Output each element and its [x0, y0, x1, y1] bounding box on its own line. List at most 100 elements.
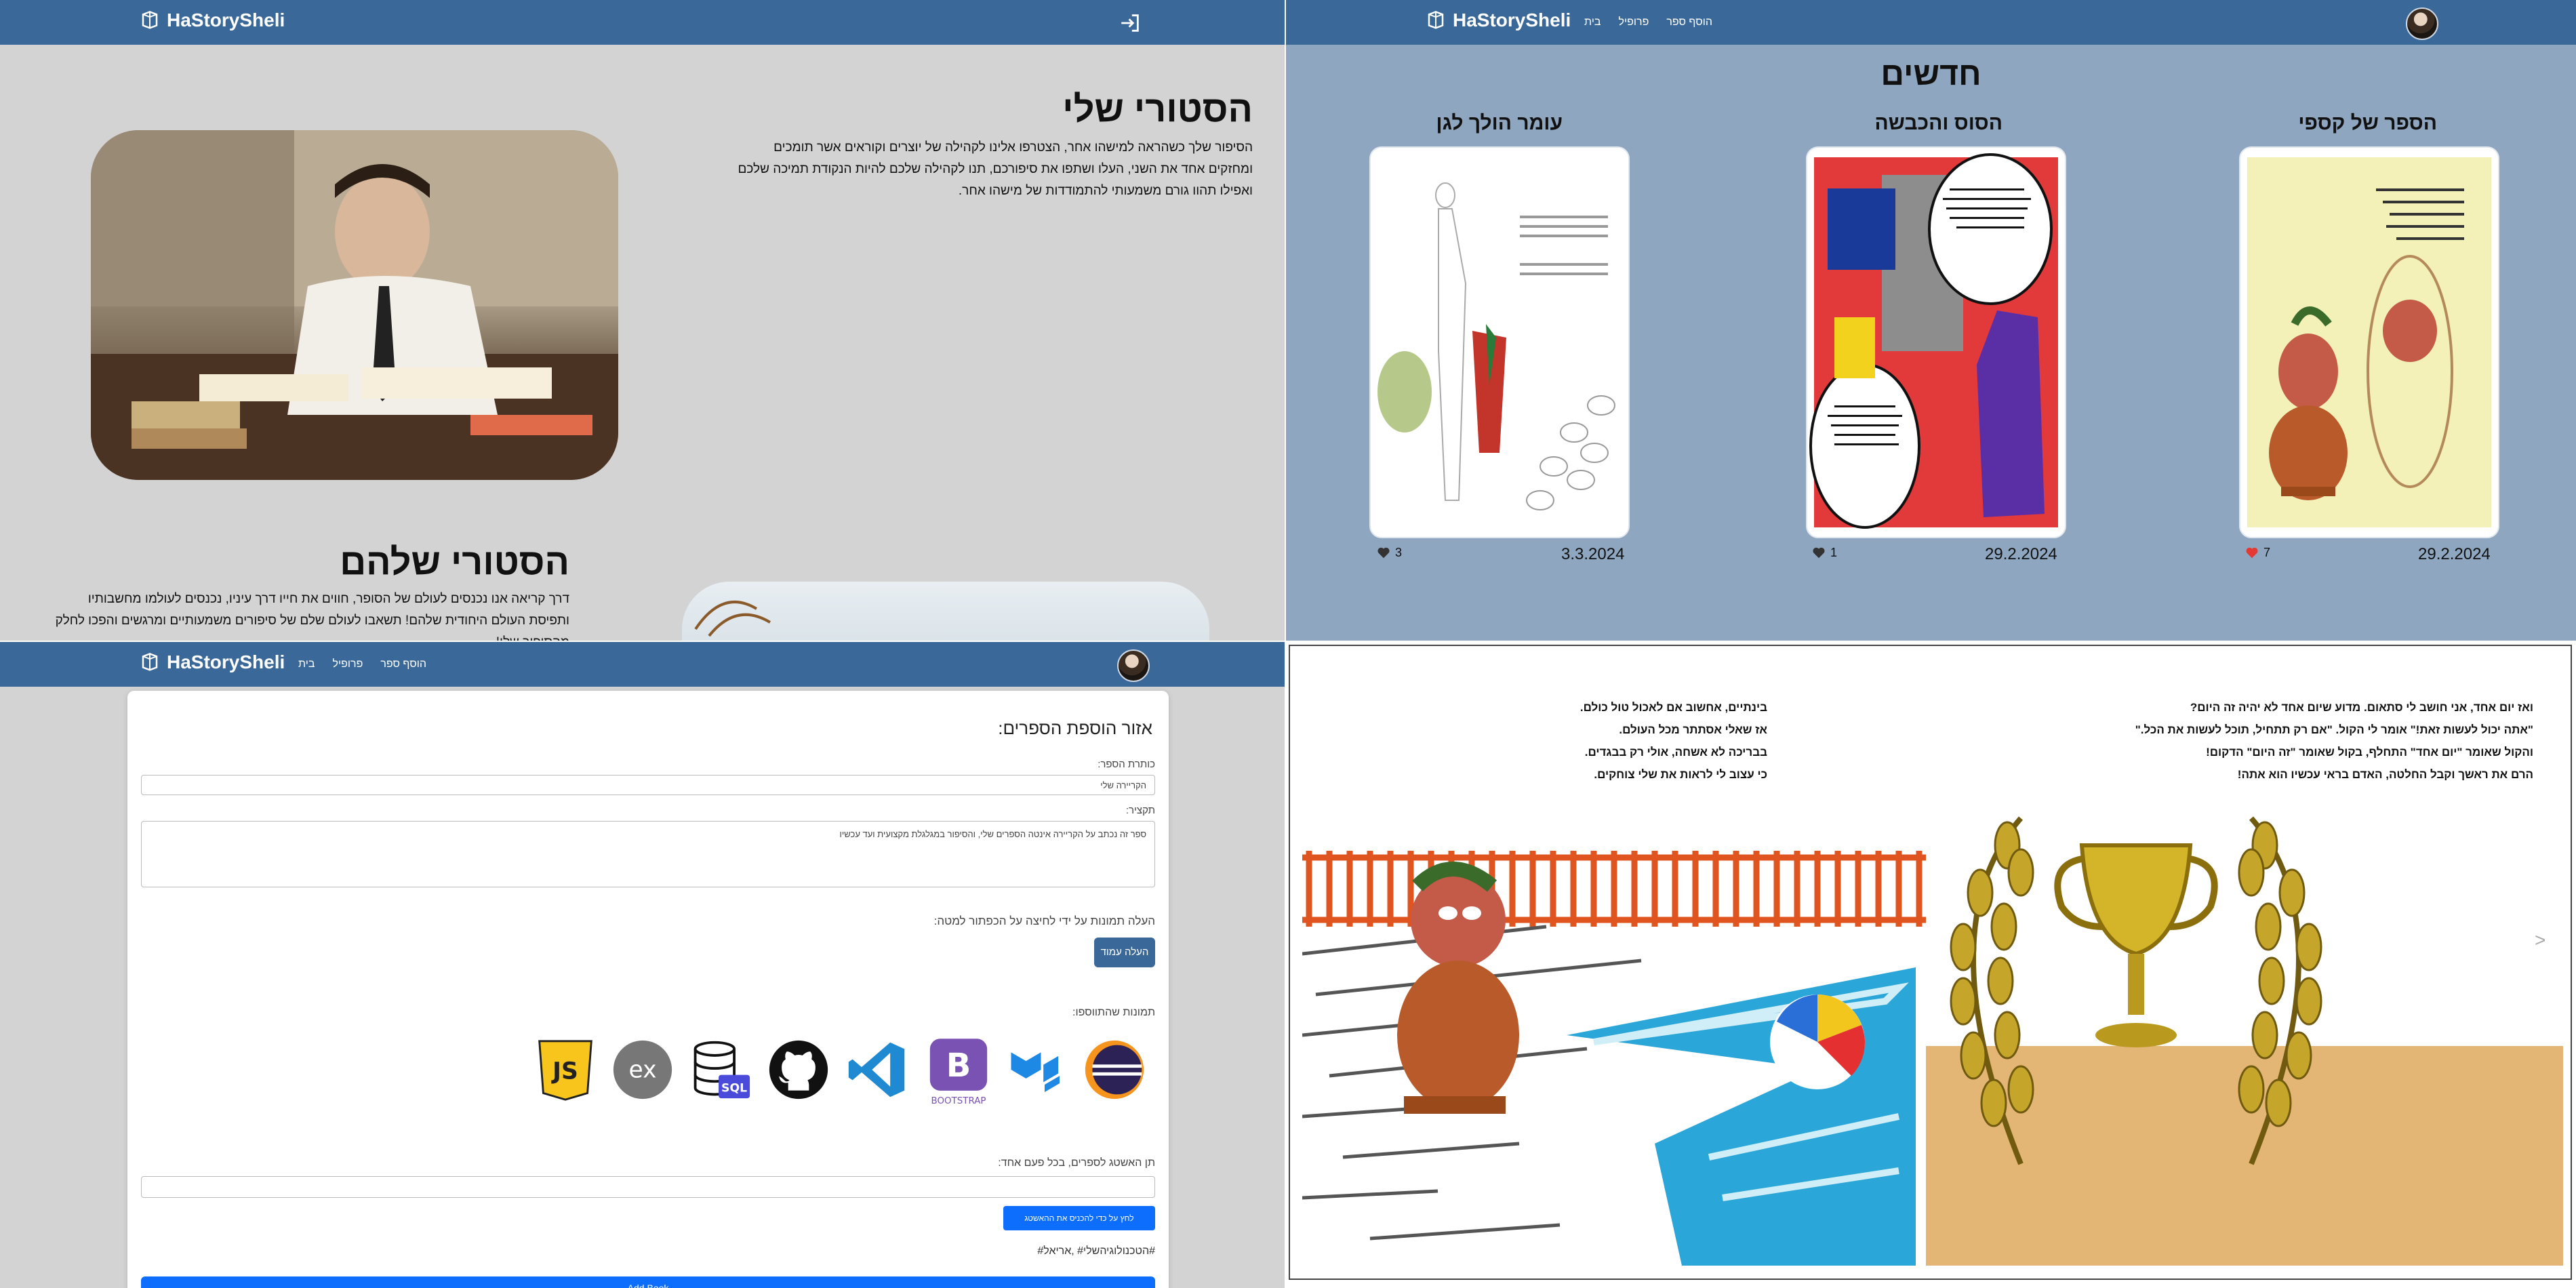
- like-count: 3: [1395, 545, 1403, 559]
- tags-list: #הטכנולוגיהשלי# ,אריאל#: [1037, 1245, 1155, 1257]
- nav-home[interactable]: בית: [1584, 16, 1601, 28]
- news-page: HaStorySheli בית פרופיל הוסף ספר חדשים ה…: [1286, 0, 2576, 641]
- nav-add-book[interactable]: הוסף ספר: [1666, 16, 1712, 28]
- text-line: ואז יום אחד, אני חושב לי סתאום. מדוע שיו…: [2190, 701, 2533, 714]
- brand-logo[interactable]: HaStorySheli: [140, 651, 285, 673]
- card-title[interactable]: עומר הולך לגן: [1298, 112, 1563, 135]
- upload-page-button[interactable]: העלה עמוד: [1094, 938, 1155, 967]
- card-title[interactable]: הסוס והכבשה: [1738, 112, 2003, 135]
- express-icon: ex: [610, 1037, 675, 1102]
- navbar: HaStorySheli: [0, 0, 1285, 45]
- github-icon: [766, 1037, 831, 1102]
- book-logo-icon: [142, 11, 158, 29]
- heart-icon[interactable]: [1376, 545, 1391, 560]
- card-likes[interactable]: 3: [1376, 545, 1402, 560]
- book-card[interactable]: [2239, 146, 2499, 538]
- their-story-title: הסטורי שלהם: [340, 542, 569, 582]
- avatar[interactable]: [1117, 649, 1150, 682]
- their-story-text-3: מהסיפור שלו!: [27, 632, 569, 641]
- text-line: "אתה יכול לעשות זאת!" אומר לי הקול. "אם …: [2135, 723, 2533, 736]
- book-illustration: [1302, 791, 2563, 1266]
- card-date: 3.3.2024: [1561, 545, 1625, 563]
- book-logo-icon: [142, 653, 158, 671]
- my-story-section: הסטורי שלי הסיפור שלך כשהראה למישהו אחר,…: [719, 88, 1253, 202]
- vscode-icon: [845, 1037, 910, 1102]
- my-story-text-2: ומחזקים אחד את השני, העלו ושתפו את סיפור…: [738, 162, 1253, 176]
- book-logo-icon: [1428, 11, 1444, 29]
- landing-page: HaStorySheli הסטורי שלי הסיפור שלך כשהרא…: [0, 0, 1285, 641]
- text-line: אז שאלי אסתתר מכל העולם.: [1619, 723, 1767, 736]
- book-title-input[interactable]: הקריירה שלי: [141, 775, 1155, 795]
- text-line: הרם את ראשך וקבל החלטה, האדם בראי עכשיו …: [2237, 768, 2533, 781]
- images-label: תמונות שהתווספו:: [1072, 1007, 1155, 1018]
- sql-label: SQL: [721, 1082, 747, 1095]
- left-page-text: בינתיים, אחשוב אם לאכול טול כולם. אז שאל…: [1354, 696, 1767, 786]
- their-story-section: הסטורי שלהם דרך קריאה אנו נכנסים לעולם ש…: [27, 541, 569, 641]
- ex-label: ex: [628, 1057, 656, 1084]
- bootstrap-label: BOOTSTRAP: [931, 1096, 986, 1106]
- add-book-page: HaStorySheli בית פרופיל הוסף ספר אזור הו…: [0, 642, 1285, 1288]
- book-title-label: כותרת הספר:: [1098, 759, 1155, 770]
- text-line: בבריכה לא אשחה, אולי רק בבגדים.: [1584, 746, 1767, 759]
- like-count: 7: [2263, 545, 2271, 559]
- like-count: 1: [1830, 545, 1838, 559]
- brand-name: HaStorySheli: [167, 651, 285, 672]
- form-heading: אזור הוספת הספרים:: [998, 718, 1152, 738]
- character: [1397, 862, 1519, 1114]
- summary-textarea[interactable]: ספר זה נכתב על הקריירה אינטה הספרים שלי,…: [141, 821, 1155, 887]
- right-page-text: ואז יום אחד, אני חושב לי סתאום. מדוע שיו…: [1883, 696, 2533, 786]
- my-story-title: הסטורי שלי: [1062, 89, 1253, 129]
- brand-logo[interactable]: HaStorySheli: [140, 9, 285, 31]
- card-likes[interactable]: 1: [1811, 545, 1837, 560]
- navbar: HaStorySheli בית פרופיל הוסף ספר: [1286, 0, 2576, 45]
- text-line: כי עצוב לי לראות את שלי צוחקים.: [1594, 768, 1767, 781]
- brand-name: HaStorySheli: [167, 9, 285, 31]
- book-reader-page: ואז יום אחד, אני חושב לי סתאום. מדוע שיו…: [1286, 642, 2576, 1288]
- add-tag-button[interactable]: לחץ על כדי להכניס את ההאשטג: [1003, 1206, 1155, 1230]
- login-icon[interactable]: [1119, 12, 1142, 35]
- upload-label: העלה תמונות על ידי לחיצה על הכפתור למטה:: [933, 914, 1155, 927]
- mui-icon: [1005, 1037, 1070, 1102]
- my-story-text-3: ואפילו תהוו גורם משמעותי להתמודדות של מי…: [958, 184, 1253, 198]
- javascript-icon: JS: [533, 1037, 598, 1102]
- nav-profile[interactable]: פרופיל: [1618, 16, 1649, 28]
- their-story-text-2: ותפיסת העולם היחודית שלהם! תשאבו לעולם ש…: [55, 613, 569, 628]
- form-panel: אזור הוספת הספרים: כותרת הספר: הקריירה ש…: [127, 691, 1169, 1288]
- card-date: 29.2.2024: [1985, 545, 2057, 563]
- card-likes[interactable]: 7: [2245, 545, 2270, 560]
- nav-links: בית פרופיל הוסף ספר: [298, 658, 426, 670]
- heart-icon[interactable]: [1811, 545, 1826, 560]
- trophy: [2054, 843, 2218, 1047]
- card-title[interactable]: הספר של קספי: [2173, 112, 2437, 135]
- avatar[interactable]: [2406, 7, 2438, 40]
- book-card[interactable]: [1806, 146, 2066, 538]
- text-line: בינתיים, אחשוב אם לאכול טול כולם.: [1579, 701, 1767, 714]
- navbar: HaStorySheli בית פרופיל הוסף ספר: [0, 642, 1285, 687]
- card-date: 29.2.2024: [2418, 545, 2491, 563]
- nav-profile[interactable]: פרופיל: [332, 658, 363, 670]
- their-story-text-1: דרך קריאה אנו נכנסים לעולם של הסופר, חוו…: [87, 592, 569, 606]
- news-title: חדשים: [1880, 56, 1981, 92]
- sql-icon: SQL: [687, 1037, 752, 1102]
- summary-label: תקציר:: [1125, 805, 1155, 816]
- brand-name: HaStorySheli: [1453, 9, 1571, 31]
- nav-home[interactable]: בית: [298, 658, 315, 670]
- heart-icon[interactable]: [2245, 545, 2259, 560]
- tags-label: תן האשטג לספרים, בכל פעם אחד:: [998, 1157, 1155, 1169]
- nav-add-book[interactable]: הוסף ספר: [380, 658, 426, 670]
- my-story-text-1: הסיפור שלך כשהראה למישהו אחר, הצטרפו אלי…: [773, 140, 1253, 155]
- text-line: והקול שאומר "יום אחד" התחלף, בקול שאומר …: [2206, 746, 2533, 759]
- bootstrap-icon: B BOOTSTRAP: [926, 1037, 991, 1109]
- brand-logo[interactable]: HaStorySheli: [1426, 9, 1571, 31]
- js-label: JS: [551, 1058, 578, 1085]
- writer-photo: [91, 130, 618, 480]
- eclipse-icon: [1082, 1037, 1147, 1102]
- reader-photo: [682, 582, 1209, 641]
- tags-input[interactable]: [141, 1176, 1155, 1198]
- add-book-button[interactable]: Add Book: [141, 1276, 1155, 1288]
- next-page-arrow[interactable]: >: [2535, 929, 2545, 951]
- svg-text:B: B: [946, 1047, 971, 1085]
- nav-links: בית פרופיל הוסף ספר: [1584, 16, 1712, 28]
- book-card[interactable]: [1369, 146, 1630, 538]
- fence: [1302, 844, 1926, 932]
